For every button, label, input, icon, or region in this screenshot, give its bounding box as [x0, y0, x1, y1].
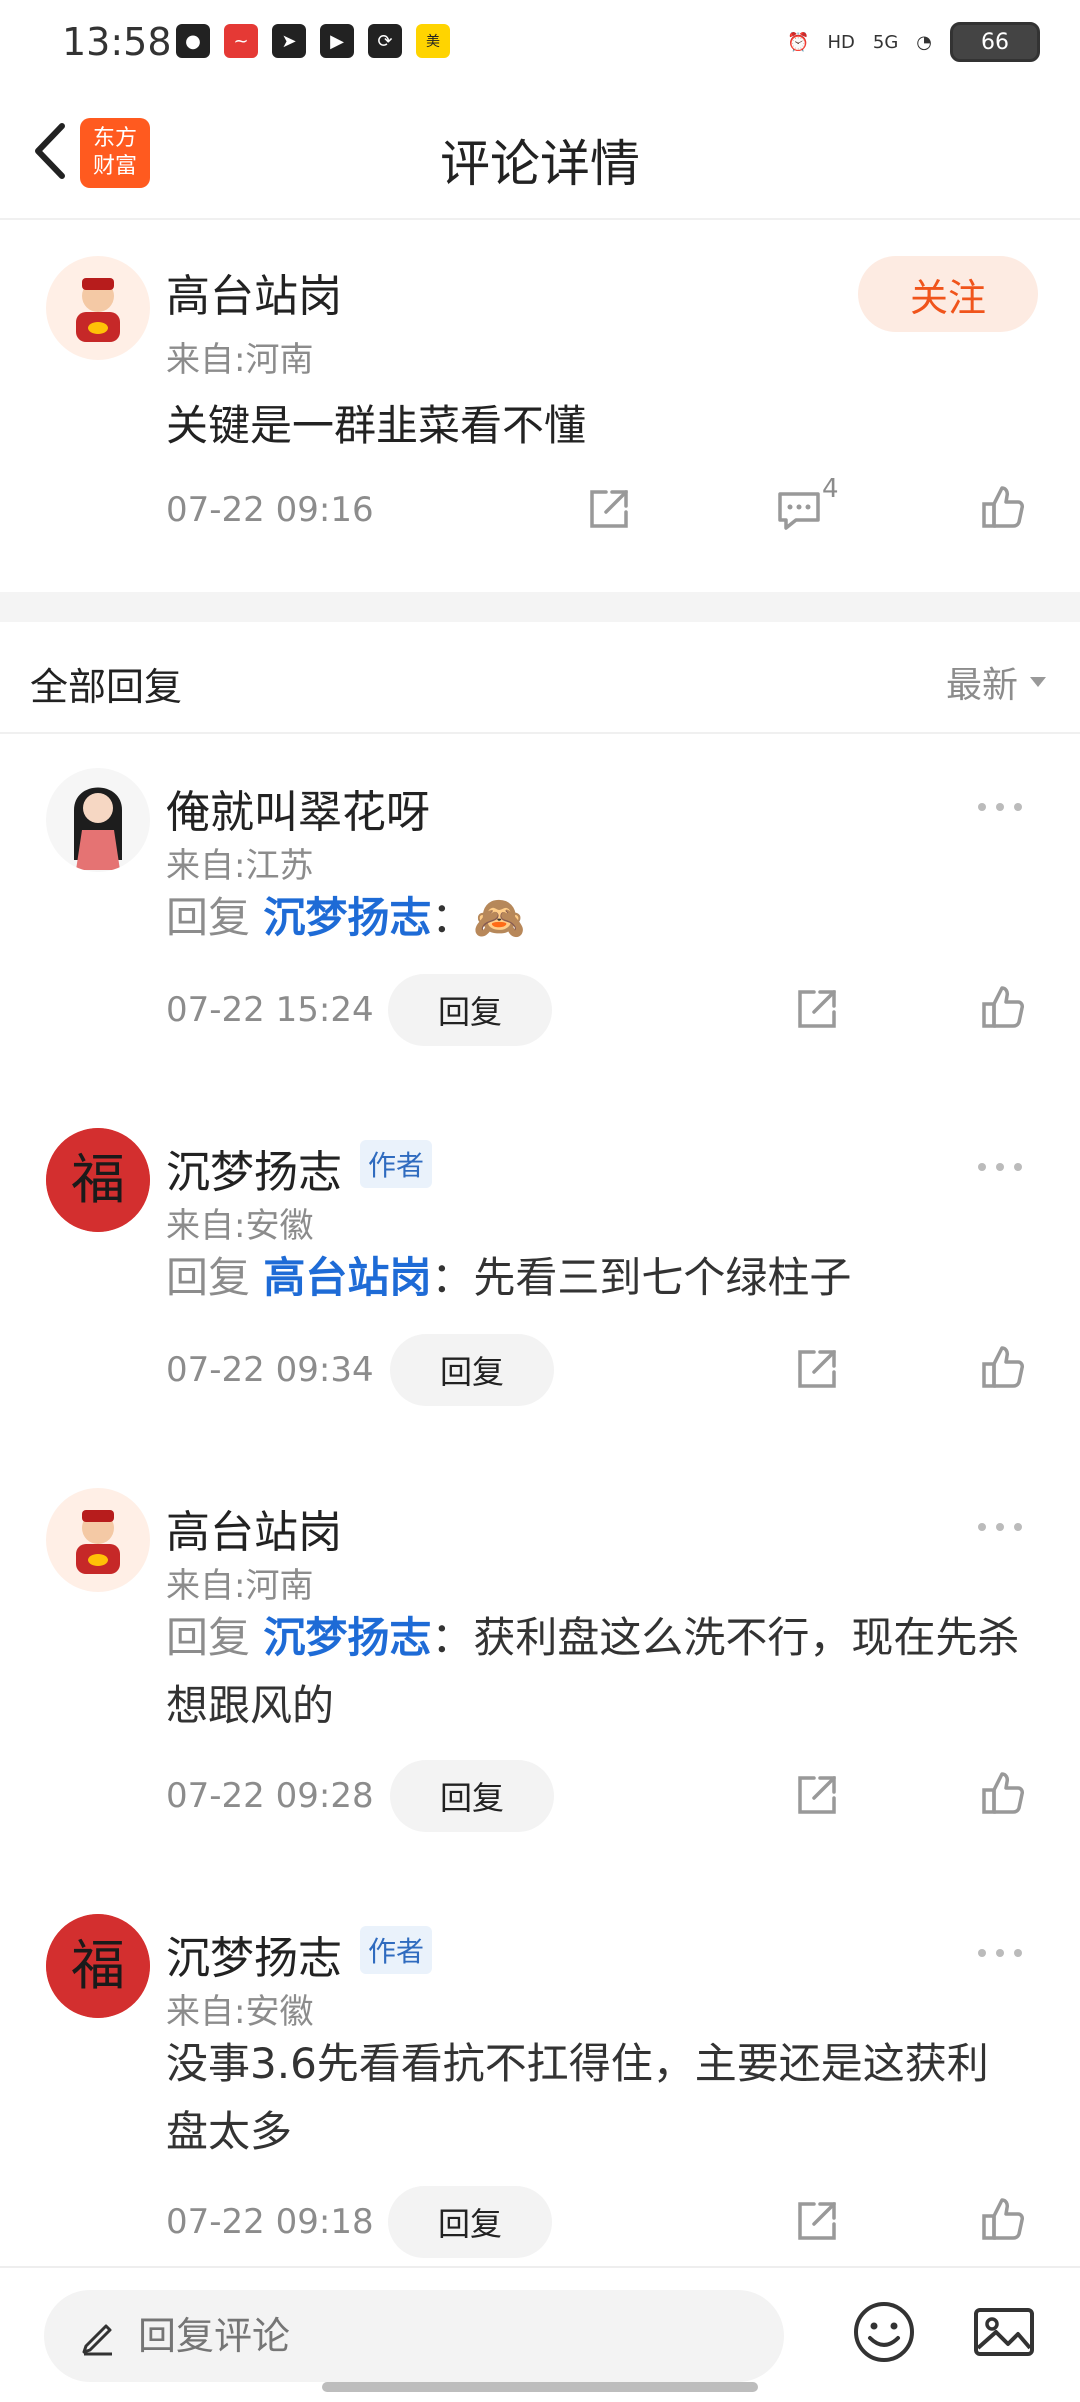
reply-user-name[interactable]: 高台站岗	[166, 1496, 342, 1560]
reply-button[interactable]: 回复	[388, 974, 552, 1046]
image-icon[interactable]	[970, 2298, 1038, 2366]
reply-content: 回复 沉梦扬志：🙈	[166, 884, 1026, 952]
avatar-girl-icon	[74, 787, 122, 870]
like-icon[interactable]	[980, 1770, 1026, 1816]
avatar[interactable]: 福	[46, 1914, 150, 2018]
reply-user-name[interactable]: 俺就叫翠花呀	[166, 776, 430, 840]
reply-input[interactable]	[136, 2313, 740, 2359]
comment-user-name[interactable]: 高台站岗	[166, 260, 342, 324]
replies-title: 全部回复	[30, 665, 183, 709]
avatar[interactable]	[46, 256, 150, 360]
avatar-fortune-icon	[76, 278, 120, 342]
reply-user-name[interactable]: 沉梦扬志	[166, 1136, 342, 1200]
reply-input-box[interactable]	[44, 2290, 784, 2382]
share-icon[interactable]	[794, 1346, 840, 1392]
reply-prefix: 回复	[166, 893, 251, 942]
avatar[interactable]: 福	[46, 1128, 150, 1232]
reply-mention-link[interactable]: 沉梦扬志	[263, 893, 431, 942]
reply-time: 07-22 09:34	[166, 1350, 374, 1390]
top-navigation: 东方 财富 评论详情	[0, 84, 1080, 220]
like-icon[interactable]	[980, 2196, 1026, 2242]
comment-location: 来自:河南	[166, 340, 314, 380]
send-icon: ➤	[272, 24, 306, 58]
signal-icon: 5G	[872, 31, 899, 53]
author-badge: 作者	[360, 1926, 433, 1974]
avatar-fu-icon: 福	[46, 1914, 150, 2018]
reply-location: 来自:江苏	[166, 846, 314, 886]
share-icon[interactable]	[794, 1772, 840, 1818]
home-indicator[interactable]	[322, 2382, 758, 2392]
svg-text:福: 福	[71, 1148, 125, 1211]
reply-item: 福 沉梦扬志 作者 来自:安徽 回复 高台站岗：先看三到七个绿柱子 07-22 …	[0, 1094, 1080, 1452]
avatar[interactable]	[46, 768, 150, 872]
sort-label: 最新	[945, 665, 1018, 706]
reply-mention-link[interactable]: 高台站岗	[263, 1253, 431, 1302]
reply-button[interactable]: 回复	[388, 2186, 552, 2258]
share-icon[interactable]	[794, 986, 840, 1032]
reply-item: 福 沉梦扬志 作者 来自:安徽 没事3.6先看看抗不扛得住，主要还是这获利盘太多…	[0, 1880, 1080, 2264]
page-title: 评论详情	[440, 135, 640, 193]
reply-user-name[interactable]: 沉梦扬志	[166, 1922, 342, 1986]
comment-count: 4	[822, 474, 839, 504]
reply-button[interactable]: 回复	[390, 1334, 554, 1406]
meituan-icon: 美	[416, 24, 450, 58]
reply-text: ：🙈	[431, 893, 526, 942]
reply-prefix: 回复	[166, 1253, 251, 1302]
stock-app-icon: ~	[224, 24, 258, 58]
like-icon[interactable]	[980, 984, 1026, 1030]
like-icon[interactable]	[980, 1344, 1026, 1390]
status-time: 13:58	[62, 20, 172, 64]
wechat-icon: ●	[176, 24, 210, 58]
more-options-icon[interactable]	[976, 1520, 1024, 1534]
wifi-icon: ◔	[916, 31, 932, 53]
reply-item: 俺就叫翠花呀 来自:江苏 回复 沉梦扬志：🙈 07-22 15:24 回复	[0, 734, 1080, 1092]
status-bar: 13:58 ● ~ ➤ ▶ ⟳ 美 ⏰ HD 5G ◔ 66	[0, 0, 1080, 84]
avatar-fu-icon: 福	[46, 1128, 150, 1232]
author-badge: 作者	[360, 1140, 433, 1188]
reply-prefix: 回复	[166, 1613, 251, 1662]
reply-time: 07-22 09:18	[166, 2202, 374, 2242]
battery-indicator: 66	[950, 22, 1040, 62]
reply-content: 回复 高台站岗：先看三到七个绿柱子	[166, 1244, 1026, 1312]
reply-mention-link[interactable]: 沉梦扬志	[263, 1613, 431, 1662]
reply-location: 来自:河南	[166, 1566, 314, 1606]
pencil-icon	[82, 2324, 112, 2356]
follow-button[interactable]: 关注	[858, 256, 1038, 332]
status-notification-icons: ● ~ ➤ ▶ ⟳ 美	[176, 24, 450, 58]
reply-time: 07-22 09:28	[166, 1776, 374, 1816]
avatar-fortune-icon	[76, 1510, 120, 1574]
status-system-icons: ⏰ HD 5G ◔ 66	[787, 22, 1040, 62]
sort-dropdown[interactable]: 最新	[946, 656, 1048, 708]
hd-icon: HD	[827, 31, 855, 53]
play-icon: ▶	[320, 24, 354, 58]
alarm-icon: ⏰	[787, 31, 810, 53]
share-icon[interactable]	[586, 486, 632, 532]
avatar[interactable]	[46, 1488, 150, 1592]
reply-location: 来自:安徽	[166, 1992, 314, 2032]
section-divider	[0, 592, 1080, 622]
link-icon: ⟳	[368, 24, 402, 58]
comment-time: 07-22 09:16	[166, 490, 374, 530]
reply-time: 07-22 15:24	[166, 990, 374, 1030]
comment-content: 关键是一群韭菜看不懂	[166, 401, 587, 450]
like-icon[interactable]	[980, 484, 1026, 530]
reply-location: 来自:安徽	[166, 1206, 314, 1246]
emoji-icon[interactable]	[850, 2298, 918, 2366]
replies-header: 全部回复 最新	[0, 622, 1080, 734]
more-options-icon[interactable]	[976, 1946, 1024, 1960]
more-options-icon[interactable]	[976, 800, 1024, 814]
reply-content: 回复 沉梦扬志：获利盘这么洗不行，现在先杀想跟风的	[166, 1604, 1026, 1740]
main-comment: 高台站岗 来自:河南 关注 关键是一群韭菜看不懂 07-22 09:16 4	[0, 220, 1080, 590]
reply-text: ：先看三到七个绿柱子	[431, 1253, 852, 1302]
share-icon[interactable]	[794, 2198, 840, 2244]
more-options-icon[interactable]	[976, 1160, 1024, 1174]
svg-text:福: 福	[71, 1934, 125, 1997]
comment-icon[interactable]	[774, 486, 824, 532]
reply-button[interactable]: 回复	[390, 1760, 554, 1832]
caret-down-icon	[1030, 677, 1046, 687]
reply-item: 高台站岗 来自:河南 回复 沉梦扬志：获利盘这么洗不行，现在先杀想跟风的 07-…	[0, 1454, 1080, 1878]
reply-content: 没事3.6先看看抗不扛得住，主要还是这获利盘太多	[166, 2039, 989, 2156]
